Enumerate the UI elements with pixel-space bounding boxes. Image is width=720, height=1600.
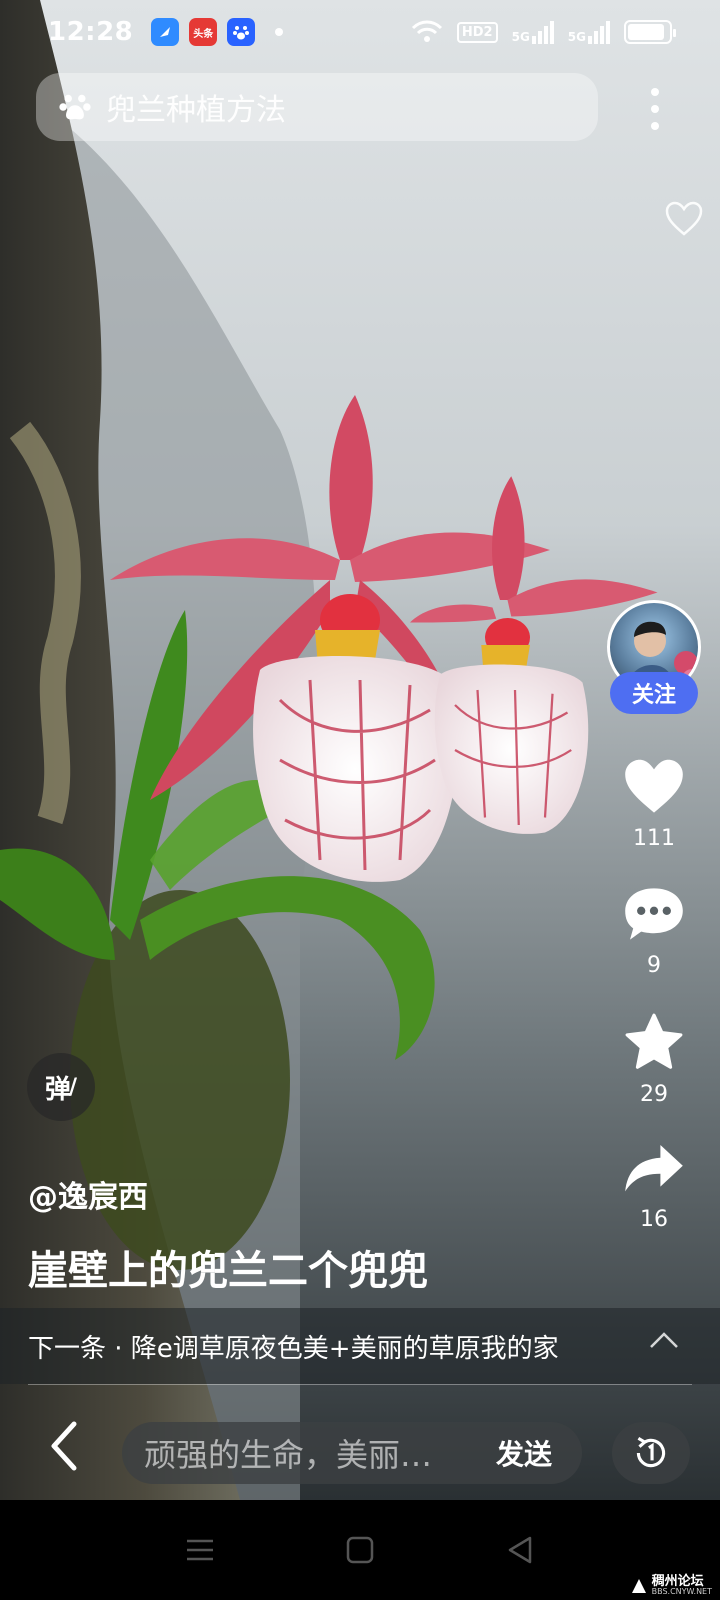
favorite-action[interactable]: 29 xyxy=(622,1012,686,1107)
toutiao-icon: 头条 xyxy=(189,18,218,46)
more-notifications-dot xyxy=(275,28,284,36)
more-dot-icon xyxy=(651,122,659,130)
heart-icon xyxy=(625,759,683,813)
network-type-label: 5G xyxy=(511,29,530,44)
status-right: HD2 5G 5G xyxy=(411,20,676,44)
like-action[interactable]: 111 xyxy=(622,758,686,851)
comment-input[interactable]: 顽强的生命，美丽… 发送 xyxy=(122,1422,582,1484)
network-type-label: 5G xyxy=(567,29,586,44)
heart-outline-icon[interactable] xyxy=(664,200,704,238)
status-bar: 12:28 头条 HD2 5G 5G xyxy=(0,0,720,64)
share-arrow-icon xyxy=(625,1145,683,1192)
search-bar[interactable]: 兜兰种植方法 xyxy=(36,73,598,141)
danmu-toggle-button[interactable]: 弹 / xyxy=(27,1053,95,1121)
chevron-up-icon[interactable] xyxy=(648,1330,680,1350)
wifi-icon xyxy=(411,20,442,42)
next-video-title: 下一条 · 降e调草原夜色美+美丽的草原我的家 xyxy=(28,1333,559,1364)
signal-5g-1: 5G xyxy=(511,20,554,44)
danmu-slash-icon: / xyxy=(68,1074,78,1100)
action-column: 关注 111 9 29 16 xyxy=(604,600,704,1232)
comment-placeholder: 顽强的生命，美丽… xyxy=(144,1436,433,1474)
back-triangle-icon[interactable] xyxy=(505,1535,535,1565)
favorite-count: 29 xyxy=(640,1082,668,1107)
send-button[interactable]: 发送 xyxy=(496,1433,552,1473)
watermark-sub: BBS.CNYW.NET xyxy=(651,1587,712,1596)
author-name[interactable]: @逸宸西 xyxy=(28,1172,148,1216)
battery-icon xyxy=(624,20,676,44)
menu-icon[interactable] xyxy=(185,1535,215,1565)
more-options-button[interactable] xyxy=(640,84,670,134)
comment-bubble-icon xyxy=(625,888,683,940)
like-count: 111 xyxy=(633,826,675,851)
search-query: 兜兰种植方法 xyxy=(106,93,286,128)
baidu-icon xyxy=(227,18,256,46)
home-square-icon[interactable] xyxy=(345,1535,375,1565)
next-video-bar[interactable]: 下一条 · 降e调草原夜色美+美丽的草原我的家 xyxy=(0,1308,720,1384)
signal-bars-icon xyxy=(531,20,554,44)
comment-bar: 顽强的生命，美丽… 发送 xyxy=(0,1392,720,1500)
notification-icons: 头条 xyxy=(151,18,284,46)
qq-browser-icon xyxy=(151,18,180,46)
system-nav-bar: 稠州论坛 BBS.CNYW.NET xyxy=(0,1500,720,1600)
more-dot-icon xyxy=(651,88,659,96)
comment-action[interactable]: 9 xyxy=(622,885,686,978)
watermark-logo-icon xyxy=(631,1578,646,1593)
share-action[interactable]: 16 xyxy=(622,1141,686,1232)
signal-bars-icon xyxy=(588,20,610,44)
replay-once-button[interactable] xyxy=(612,1422,690,1484)
danmu-label: 弹 xyxy=(44,1074,71,1105)
comment-count: 9 xyxy=(647,953,661,978)
battery-level xyxy=(628,24,664,40)
repeat-one-icon xyxy=(636,1436,666,1468)
share-count: 16 xyxy=(640,1207,668,1232)
watermark: 稠州论坛 BBS.CNYW.NET xyxy=(630,1575,712,1596)
follow-button[interactable]: 关注 xyxy=(610,672,698,714)
star-icon xyxy=(625,1013,683,1069)
divider xyxy=(28,1384,692,1385)
hd-voice-badge: HD2 xyxy=(456,21,498,43)
signal-5g-2: 5G xyxy=(567,20,610,44)
back-arrow-icon[interactable] xyxy=(44,1416,84,1476)
status-time: 12:28 xyxy=(48,17,134,47)
baidu-paw-icon xyxy=(59,94,91,120)
more-dot-icon xyxy=(651,105,659,113)
video-caption: 崖壁上的兜兰二个兜兜 xyxy=(28,1248,428,1294)
